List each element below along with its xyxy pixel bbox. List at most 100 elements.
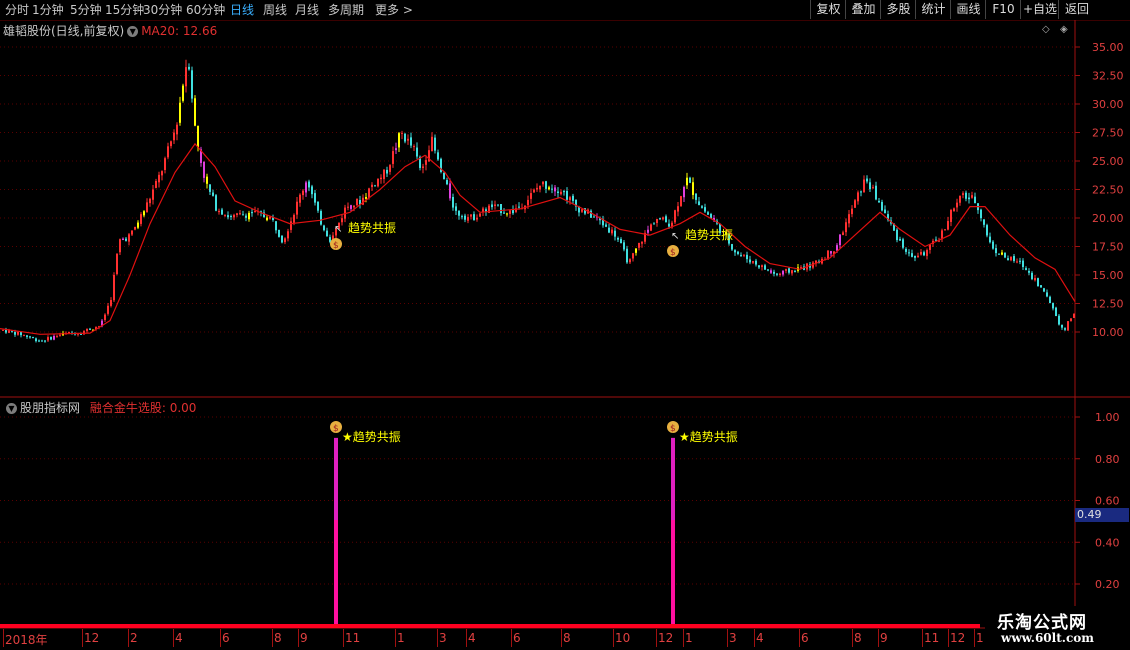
candle-body bbox=[305, 182, 307, 193]
candle-body bbox=[950, 209, 952, 222]
candle-body bbox=[581, 209, 583, 212]
candle-body bbox=[134, 226, 136, 230]
candle-body bbox=[740, 254, 742, 256]
candle-body bbox=[284, 238, 286, 243]
candle-body bbox=[764, 265, 766, 270]
candle-body bbox=[137, 222, 139, 228]
candle-body bbox=[641, 242, 643, 244]
candle-body bbox=[530, 193, 532, 199]
x-tick-label: 12 bbox=[950, 631, 966, 645]
candle-body bbox=[734, 250, 736, 253]
x-tick bbox=[511, 629, 512, 647]
candle-body bbox=[26, 335, 28, 337]
candle-body bbox=[674, 210, 676, 223]
candle-body bbox=[470, 214, 472, 217]
candle-body bbox=[176, 124, 178, 135]
candle-body bbox=[197, 125, 199, 148]
candle-body bbox=[302, 190, 304, 196]
candle-body bbox=[836, 245, 838, 251]
candle-body bbox=[668, 223, 670, 227]
candle-body bbox=[443, 172, 445, 180]
candle-body bbox=[704, 207, 706, 212]
x-tick-label: 3 bbox=[439, 631, 447, 645]
signal-label: 趋势共振 bbox=[685, 228, 733, 242]
x-tick bbox=[466, 629, 467, 647]
candle-body bbox=[374, 185, 376, 187]
candle-body bbox=[167, 146, 169, 158]
x-tick-label: 6 bbox=[801, 631, 809, 645]
candle-body bbox=[188, 66, 190, 70]
candle-body bbox=[290, 221, 292, 230]
candle-body bbox=[785, 269, 787, 271]
candle-body bbox=[872, 187, 874, 189]
candle-body bbox=[215, 195, 217, 211]
candle-body bbox=[659, 218, 661, 220]
candle-body bbox=[779, 273, 781, 276]
candle-body bbox=[998, 253, 1000, 255]
candle-body bbox=[206, 176, 208, 184]
candle-body bbox=[635, 248, 637, 253]
candle-body bbox=[29, 336, 31, 338]
x-tick-label: 1 bbox=[685, 631, 693, 645]
x-tick-label: 9 bbox=[300, 631, 308, 645]
candle-body bbox=[848, 214, 850, 224]
candle-body bbox=[794, 270, 796, 272]
candle-body bbox=[14, 332, 16, 335]
candle-body bbox=[665, 216, 667, 223]
x-tick bbox=[754, 629, 755, 647]
candle-body bbox=[905, 248, 907, 252]
x-tick bbox=[799, 629, 800, 647]
candle-body bbox=[1043, 288, 1045, 292]
candle-body bbox=[170, 141, 172, 147]
candle-body bbox=[626, 248, 628, 263]
candle-body bbox=[434, 137, 436, 151]
signal-label: 趋势共振 bbox=[348, 221, 396, 235]
candle-body bbox=[968, 197, 970, 200]
candle-body bbox=[476, 217, 478, 220]
candle-body bbox=[32, 337, 34, 339]
candle-body bbox=[164, 158, 166, 171]
x-tick bbox=[3, 629, 4, 647]
candle-body bbox=[500, 204, 502, 213]
kline-chart[interactable]: 35.00 32.50 30.00 27.50 25.00 22.50 20.00 17.50… bbox=[0, 0, 1130, 650]
candle-body bbox=[356, 198, 358, 206]
candle-body bbox=[923, 252, 925, 256]
candle-body bbox=[683, 187, 685, 198]
x-tick bbox=[613, 629, 614, 647]
candle-body bbox=[314, 193, 316, 203]
candle-body bbox=[614, 230, 616, 237]
candle-body bbox=[536, 187, 538, 190]
candle-body bbox=[293, 214, 295, 223]
date-axis: 2018年 12 2 4 6 8 9 11 1 3 4 6 8 10 12 1 3 4 6 8 9 11 12 1 bbox=[0, 629, 984, 647]
candle-body bbox=[113, 274, 115, 301]
candle-body bbox=[776, 273, 778, 275]
x-tick bbox=[561, 629, 562, 647]
x-tick bbox=[437, 629, 438, 647]
candle-body bbox=[1073, 313, 1075, 318]
candle-body bbox=[194, 98, 196, 126]
candle-body bbox=[551, 188, 553, 190]
candle-body bbox=[884, 209, 886, 214]
x-tick bbox=[683, 629, 684, 647]
candle-body bbox=[548, 187, 550, 190]
candle-body bbox=[497, 204, 499, 206]
y-tick-label: 12.50 bbox=[1092, 298, 1124, 311]
x-tick-label: 10 bbox=[615, 631, 631, 645]
x-tick bbox=[220, 629, 221, 647]
candle-body bbox=[743, 254, 745, 256]
x-tick-label: 12 bbox=[84, 631, 100, 645]
y-tick-label: 1.00 bbox=[1095, 411, 1120, 424]
candle-body bbox=[416, 147, 418, 157]
candle-body bbox=[236, 213, 238, 215]
candle-body bbox=[104, 314, 106, 320]
candle-body bbox=[353, 205, 355, 208]
x-tick-label: 1 bbox=[397, 631, 405, 645]
candle-body bbox=[650, 224, 652, 231]
candle-body bbox=[467, 217, 469, 221]
candle-body bbox=[392, 151, 394, 164]
candle-body bbox=[707, 212, 709, 215]
y-tick-label: 22.50 bbox=[1092, 184, 1124, 197]
candle-body bbox=[653, 223, 655, 225]
candle-body bbox=[326, 230, 328, 237]
candle-body bbox=[161, 171, 163, 176]
